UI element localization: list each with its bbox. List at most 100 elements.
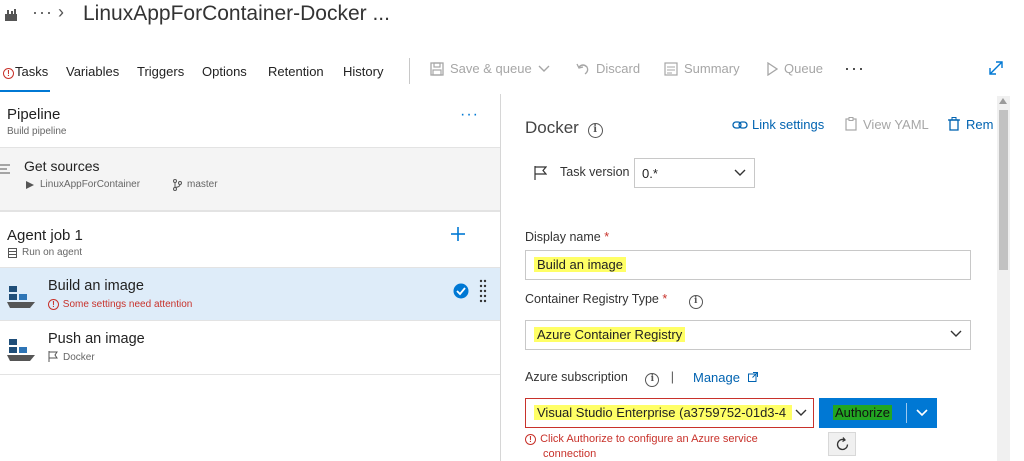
undo-icon [576,63,589,75]
summary-icon [664,61,678,76]
tab-tasks-label: Tasks [15,64,49,79]
discard-button[interactable]: Discard [576,61,640,76]
authorize-error-line1: Click Authorize to configure an Azure se… [540,433,758,445]
build-pipeline-icon[interactable] [4,8,18,22]
task-details-panel: Docker i Link settings View YAML Rem Tas… [501,94,1024,461]
warning-icon: ! [48,299,59,310]
get-sources-repo: LinuxAppForContainer [40,179,141,190]
agent-job-title: Agent job 1 [7,227,83,244]
chevron-down-icon [950,330,962,337]
required-mark: * [662,292,668,306]
breadcrumb-more-icon[interactable]: ··· [32,2,53,23]
expand-icon[interactable] [988,60,1004,76]
info-icon[interactable]: i [587,123,603,138]
registry-type-select[interactable]: Azure Container Registry [525,320,971,350]
tab-history[interactable]: History [343,64,383,79]
task-row-build-image[interactable]: Build an image ! Some settings need atte… [0,268,500,321]
summary-label: Summary [684,61,740,76]
scroll-up-icon[interactable] [999,98,1007,104]
chevron-down-icon [734,169,746,176]
task-version-select[interactable]: 0.* [634,158,755,188]
remove-task-button[interactable]: Rem [948,117,993,132]
authorize-label: Authorize [833,405,892,420]
remove-task-label: Rem [966,117,994,132]
display-name-input[interactable]: Build an image [525,250,971,280]
registry-type-label-text: Container Registry Type [525,292,659,306]
info-icon[interactable]: i [688,295,703,309]
warning-icon: ! [525,434,536,445]
external-link-icon [747,372,758,382]
get-sources-branch: master [187,179,218,190]
refresh-button[interactable] [828,432,856,456]
tab-retention[interactable]: Retention [268,64,324,79]
agent-job-row[interactable]: Agent job 1 Run on agent [0,211,500,268]
save-icon [430,61,444,76]
pipeline-row[interactable]: Pipeline Build pipeline ··· [0,94,500,148]
chevron-down-icon[interactable] [916,409,928,417]
play-icon [767,61,778,76]
subscription-value: Visual Studio Enterprise (a3759752-01d3-… [534,405,792,420]
breadcrumb-bar: ··· › LinuxAppForContainer-Docker ... [0,0,1024,34]
breadcrumb-chevron-icon: › [58,2,64,22]
link-icon [732,121,748,129]
warning-icon: ! [3,68,14,79]
push-image-title: Push an image [48,331,145,347]
refresh-icon [836,437,849,451]
subscription-label-text: Azure subscription [525,370,628,384]
chevron-down-icon [538,65,550,72]
pipeline-more-icon[interactable]: ··· [460,106,479,124]
pipeline-subtitle: Build pipeline [7,126,67,137]
save-queue-button[interactable]: Save & queue [430,61,550,76]
summary-button[interactable]: Summary [664,61,740,76]
get-sources-row[interactable]: Get sources LinuxAppForContainer master [0,148,500,211]
tab-triggers[interactable]: Triggers [137,64,184,79]
split-divider [906,403,907,423]
queue-button[interactable]: Queue [766,61,823,76]
pipeline-title: Pipeline [7,106,61,123]
task-version-label: Task version [560,165,630,179]
task-title-text: Docker [525,118,579,137]
push-image-subtitle: Docker [63,352,95,363]
required-mark: * [604,230,610,244]
registry-type-label: Container Registry Type * i [525,292,703,309]
repo-icon [26,181,34,189]
separator: | [670,370,675,384]
add-task-icon[interactable] [450,226,466,242]
view-yaml-label: View YAML [863,117,929,132]
page-title: LinuxAppForContainer-Docker ... [83,2,390,25]
get-sources-title: Get sources [24,158,100,174]
tab-tasks[interactable]: ! Tasks [3,64,48,79]
tab-options[interactable]: Options [202,64,247,79]
display-name-value: Build an image [534,257,626,272]
task-details-title: Docker i [525,118,603,138]
subscription-select[interactable]: Visual Studio Enterprise (a3759752-01d3-… [525,398,814,428]
branch-icon [173,179,182,191]
info-icon[interactable]: i [645,373,660,387]
tab-variables[interactable]: Variables [66,64,119,79]
active-tab-indicator [0,90,50,92]
toolbar-divider [409,58,410,84]
more-actions-icon[interactable]: ··· [844,58,865,79]
view-yaml-button[interactable]: View YAML [845,117,929,132]
build-image-status: Some settings need attention [62,299,193,310]
sources-list-icon [0,164,10,174]
authorize-button[interactable]: Authorize [819,398,937,428]
drag-handle-icon[interactable] [479,278,487,306]
display-name-label-text: Display name [525,230,601,244]
build-image-title: Build an image [48,278,144,294]
discard-label: Discard [596,61,641,76]
docker-task-icon [7,339,35,361]
details-scrollbar[interactable] [997,96,1010,461]
flag-icon [534,166,547,180]
agent-server-icon [8,248,17,258]
manage-link[interactable]: Manage [693,370,758,385]
registry-type-value: Azure Container Registry [534,327,686,342]
manage-label: Manage [693,370,740,385]
trash-icon [948,117,960,131]
save-queue-label: Save & queue [450,61,532,76]
scrollbar-thumb[interactable] [999,110,1008,270]
flag-icon [48,351,58,362]
task-row-push-image[interactable]: Push an image Docker [0,321,500,375]
link-settings-button[interactable]: Link settings [732,117,824,132]
subscription-label: Azure subscription i | [525,370,682,387]
